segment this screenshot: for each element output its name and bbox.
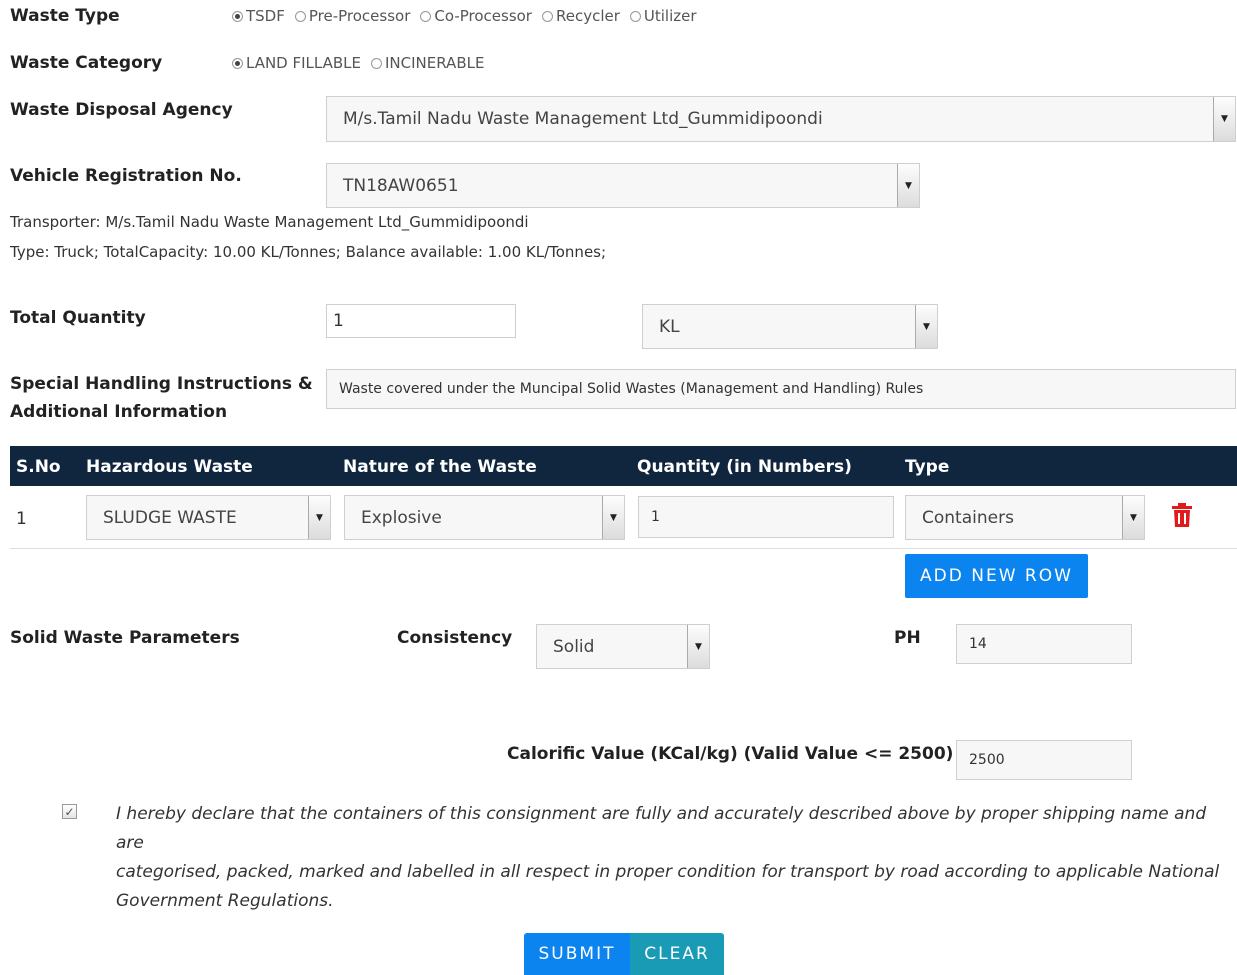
- declaration-checkbox[interactable]: ✓: [62, 804, 77, 819]
- ph-label: PH: [894, 628, 921, 648]
- declaration-text: I hereby declare that the containers of …: [116, 800, 1226, 916]
- special-handling-input[interactable]: Waste covered under the Muncipal Solid W…: [326, 369, 1236, 409]
- header-nature: Nature of the Waste: [343, 457, 537, 477]
- quantity-unit-value: KL: [659, 316, 680, 337]
- chevron-down-icon[interactable]: ▼: [687, 625, 709, 668]
- header-sno: S.No: [16, 457, 61, 477]
- chevron-down-icon[interactable]: ▼: [602, 496, 624, 539]
- declaration-line-1: I hereby declare that the containers of …: [116, 804, 1207, 853]
- radio-unselected-icon[interactable]: [629, 10, 641, 22]
- container-type-select[interactable]: Containers ▼: [905, 495, 1145, 540]
- chevron-down-icon[interactable]: ▼: [915, 305, 937, 348]
- radio-unselected-icon[interactable]: [294, 10, 306, 22]
- hazardous-waste-value: SLUDGE WASTE: [103, 507, 237, 528]
- hazardous-waste-select[interactable]: SLUDGE WASTE ▼: [86, 495, 331, 540]
- vehicle-registration-value: TN18AW0651: [343, 175, 459, 196]
- declaration-line-3: Government Regulations.: [116, 891, 334, 911]
- radio-utilizer[interactable]: Utilizer: [629, 7, 697, 25]
- vehicle-registration-select[interactable]: TN18AW0651 ▼: [326, 163, 920, 208]
- waste-type-radio-group: TSDF Pre-Processor Co-Processor Recycler…: [232, 7, 707, 25]
- waste-table-header: S.No Hazardous Waste Nature of the Waste…: [10, 446, 1237, 486]
- disposal-agency-value: M/s.Tamil Nadu Waste Management Ltd_Gumm…: [343, 109, 823, 129]
- radio-unselected-icon[interactable]: [541, 10, 553, 22]
- total-quantity-input[interactable]: 1: [326, 304, 516, 338]
- radio-pre-processor[interactable]: Pre-Processor: [294, 7, 410, 25]
- clear-button[interactable]: CLEAR: [630, 933, 724, 975]
- radio-selected-icon[interactable]: [232, 57, 243, 69]
- radio-selected-icon[interactable]: [232, 10, 243, 22]
- consistency-label: Consistency: [397, 628, 513, 648]
- disposal-agency-label: Waste Disposal Agency: [10, 100, 233, 120]
- header-quantity: Quantity (in Numbers): [637, 457, 852, 477]
- chevron-down-icon[interactable]: ▼: [1213, 97, 1235, 141]
- add-new-row-button[interactable]: ADD NEW ROW: [905, 554, 1088, 598]
- radio-recycler[interactable]: Recycler: [541, 7, 620, 25]
- chevron-down-icon[interactable]: ▼: [308, 496, 330, 539]
- nature-value: Explosive: [361, 507, 442, 528]
- radio-unselected-icon[interactable]: [420, 10, 432, 22]
- consistency-value: Solid: [553, 636, 595, 657]
- submit-button[interactable]: SUBMIT: [524, 933, 630, 975]
- chevron-down-icon[interactable]: ▼: [1122, 496, 1144, 539]
- radio-incinerable[interactable]: INCINERABLE: [371, 54, 484, 72]
- additional-info-label: Additional Information: [10, 402, 228, 422]
- consistency-select[interactable]: Solid ▼: [536, 624, 710, 669]
- total-quantity-label: Total Quantity: [10, 308, 146, 328]
- waste-type-label: Waste Type: [10, 6, 120, 26]
- transporter-info: Transporter: M/s.Tamil Nadu Waste Manage…: [10, 213, 529, 231]
- radio-co-processor[interactable]: Co-Processor: [420, 7, 532, 25]
- vehicle-capacity-info: Type: Truck; TotalCapacity: 10.00 KL/Ton…: [10, 243, 607, 261]
- ph-input[interactable]: 14: [956, 624, 1132, 664]
- radio-unselected-icon[interactable]: [371, 57, 382, 69]
- declaration-line-2: categorised, packed, marked and labelled…: [116, 862, 1220, 882]
- radio-tsdf[interactable]: TSDF: [232, 7, 285, 25]
- calorific-value-label: Calorific Value (KCal/kg) (Valid Value <…: [507, 744, 954, 764]
- nature-select[interactable]: Explosive ▼: [344, 495, 625, 540]
- waste-category-radio-group: LAND FILLABLE INCINERABLE: [232, 54, 494, 72]
- delete-row-button[interactable]: [1170, 502, 1194, 528]
- disposal-agency-select[interactable]: M/s.Tamil Nadu Waste Management Ltd_Gumm…: [326, 96, 1236, 142]
- radio-land-fillable[interactable]: LAND FILLABLE: [232, 54, 361, 72]
- quantity-numbers-input[interactable]: 1: [638, 496, 894, 538]
- quantity-unit-select[interactable]: KL ▼: [642, 304, 938, 349]
- row-sno: 1: [16, 509, 27, 529]
- special-handling-label: Special Handling Instructions &: [10, 374, 313, 394]
- trash-icon[interactable]: [1170, 502, 1194, 528]
- vehicle-registration-label: Vehicle Registration No.: [10, 166, 242, 186]
- container-type-value: Containers: [922, 507, 1014, 528]
- chevron-down-icon[interactable]: ▼: [897, 164, 919, 207]
- calorific-value-input[interactable]: 2500: [956, 740, 1132, 780]
- solid-waste-parameters-label: Solid Waste Parameters: [10, 628, 240, 648]
- waste-category-label: Waste Category: [10, 53, 163, 73]
- header-hazardous-waste: Hazardous Waste: [86, 457, 253, 477]
- header-type: Type: [905, 457, 950, 477]
